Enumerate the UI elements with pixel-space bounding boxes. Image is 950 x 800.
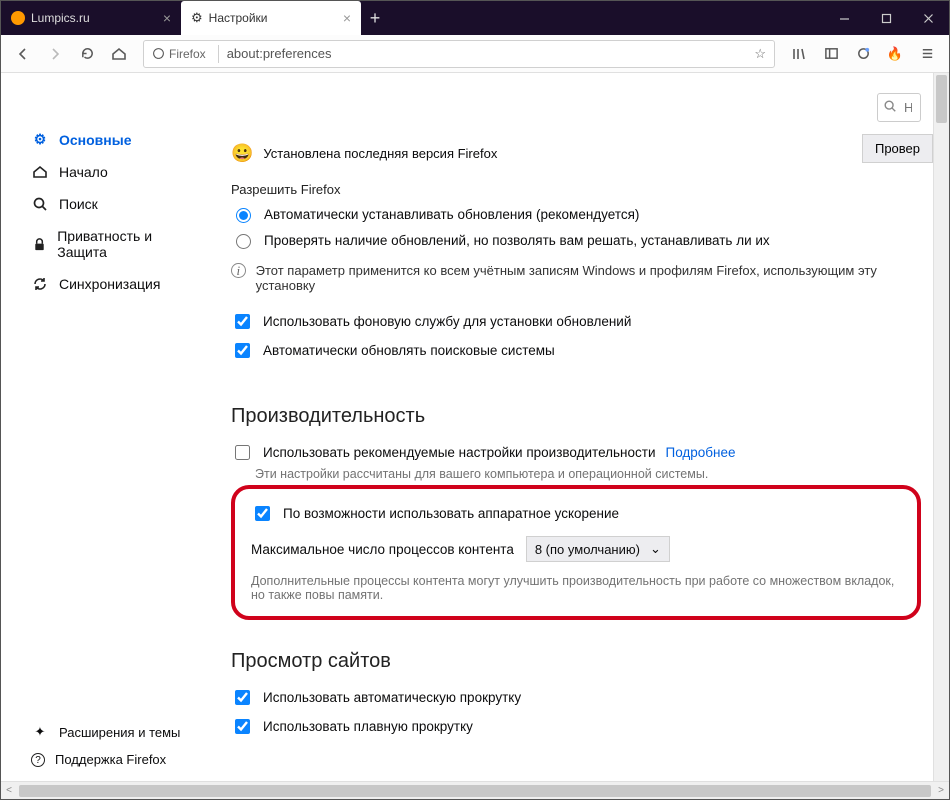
sidebar-item-label: Основные	[59, 132, 132, 148]
gear-icon: ⚙	[31, 131, 49, 148]
update-note-text: Этот параметр применится ко всем учётным…	[256, 263, 921, 293]
sidebar-item-support[interactable]: ? Поддержка Firefox	[21, 746, 201, 773]
radio-input[interactable]	[236, 208, 251, 223]
checkbox-label: По возможности использовать аппаратное у…	[283, 506, 619, 521]
checkbox-input[interactable]	[235, 690, 250, 705]
checkbox-label: Использовать плавную прокрутку	[263, 719, 473, 734]
url-input[interactable]	[225, 45, 755, 62]
checkbox-input[interactable]	[255, 506, 270, 521]
checkbox-label: Использовать фоновую службу для установк…	[263, 314, 631, 329]
scroll-left-arrow[interactable]: <	[1, 785, 17, 796]
sidebar-item-search[interactable]: Поиск	[21, 188, 201, 220]
content-procs-select[interactable]: 8 (по умолчанию) ⌄	[526, 536, 670, 562]
smiley-icon: 😀	[231, 143, 253, 164]
firefox-icon	[152, 47, 165, 60]
sidebar-item-sync[interactable]: Синхронизация	[21, 268, 201, 300]
new-tab-button[interactable]: +	[361, 1, 389, 35]
sidebar-icon[interactable]	[817, 40, 845, 68]
checkbox-update-engines[interactable]: Автоматически обновлять поисковые систем…	[231, 340, 921, 361]
help-icon: ?	[31, 753, 45, 767]
home-button[interactable]	[105, 40, 133, 68]
sidebar-item-general[interactable]: ⚙ Основные	[21, 123, 201, 156]
close-tab-icon[interactable]: ×	[343, 10, 351, 26]
preferences-sidebar: ⚙ Основные Начало Поиск	[1, 73, 201, 799]
sidebar-item-privacy[interactable]: Приватность и Защита	[21, 220, 201, 268]
checkbox-smoothscroll[interactable]: Использовать плавную прокрутку	[231, 716, 921, 737]
select-value: 8 (по умолчанию)	[535, 542, 640, 557]
window-minimize-button[interactable]	[823, 1, 865, 35]
sync-icon	[31, 276, 49, 292]
horizontal-scrollbar[interactable]: < >	[1, 781, 949, 799]
scrollbar-thumb[interactable]	[19, 785, 931, 797]
sidebar-item-extensions[interactable]: ✦ Расширения и темы	[21, 718, 201, 746]
content-procs-description: Дополнительные процессы контента могут у…	[251, 574, 901, 602]
update-status-text: Установлена последняя версия Firefox	[263, 146, 497, 161]
sidebar-item-label: Поддержка Firefox	[55, 752, 166, 767]
sidebar-item-label: Поиск	[59, 196, 98, 212]
scroll-right-arrow[interactable]: >	[933, 785, 949, 796]
info-icon: i	[231, 263, 246, 278]
url-bar[interactable]: Firefox ☆	[143, 40, 775, 68]
content-procs-label: Максимальное число процессов контента	[251, 542, 514, 557]
vertical-scrollbar[interactable]	[933, 73, 949, 781]
sidebar-item-label: Расширения и темы	[59, 725, 180, 740]
lock-icon	[31, 237, 47, 252]
allow-firefox-label: Разрешить Firefox	[231, 182, 921, 197]
scrollbar-thumb[interactable]	[936, 75, 947, 123]
checkbox-input[interactable]	[235, 719, 250, 734]
highlight-callout: По возможности использовать аппаратное у…	[231, 485, 921, 620]
chevron-down-icon: ⌄	[650, 541, 661, 557]
checkbox-label: Использовать рекомендуемые настройки про…	[263, 445, 655, 460]
sidebar-item-label: Приватность и Защита	[57, 228, 191, 260]
search-icon	[883, 99, 897, 116]
checkbox-hw-accel[interactable]: По возможности использовать аппаратное у…	[251, 503, 901, 524]
window-tab-strip: Lumpics.ru × ⚙ Настройки × +	[1, 1, 949, 35]
library-icon[interactable]	[785, 40, 813, 68]
radio-input[interactable]	[236, 234, 251, 249]
checkbox-background-service[interactable]: Использовать фоновую службу для установк…	[231, 311, 921, 332]
extension-icon-2[interactable]: 🔥	[881, 40, 909, 68]
checkbox-recommended-perf[interactable]: Использовать рекомендуемые настройки про…	[231, 442, 921, 463]
radio-label: Автоматически устанавливать обновления (…	[264, 207, 639, 222]
checkbox-label: Использовать автоматическую прокрутку	[263, 690, 521, 705]
checkbox-label: Автоматически обновлять поисковые систем…	[263, 343, 555, 358]
nav-toolbar: Firefox ☆ 🔥	[1, 35, 949, 73]
tab-title: Настройки	[209, 11, 268, 25]
bookmark-star-icon[interactable]: ☆	[754, 46, 766, 62]
window-maximize-button[interactable]	[865, 1, 907, 35]
reload-button[interactable]	[73, 40, 101, 68]
browser-tab-lumpics[interactable]: Lumpics.ru ×	[1, 1, 181, 35]
search-icon	[31, 196, 49, 212]
checkbox-input[interactable]	[235, 314, 250, 329]
close-tab-icon[interactable]: ×	[163, 10, 171, 26]
gear-icon: ⚙	[191, 10, 203, 26]
sidebar-item-label: Начало	[59, 164, 108, 180]
performance-section-title: Производительность	[231, 405, 921, 428]
extension-icon-1[interactable]	[849, 40, 877, 68]
radio-check-update[interactable]: Проверять наличие обновлений, но позволя…	[231, 231, 921, 249]
check-updates-button[interactable]: Провер	[862, 134, 933, 163]
radio-label: Проверять наличие обновлений, но позволя…	[264, 233, 770, 248]
browsing-section-title: Просмотр сайтов	[231, 650, 921, 673]
radio-auto-update[interactable]: Автоматически устанавливать обновления (…	[231, 205, 921, 223]
tab-title: Lumpics.ru	[31, 11, 90, 25]
identity-box: Firefox	[152, 47, 206, 61]
window-close-button[interactable]	[907, 1, 949, 35]
checkbox-input[interactable]	[235, 445, 250, 460]
back-button[interactable]	[9, 40, 37, 68]
sidebar-item-home[interactable]: Начало	[21, 156, 201, 188]
app-menu-button[interactable]	[913, 40, 941, 68]
home-icon	[31, 164, 49, 180]
learn-more-link[interactable]: Подробнее	[665, 445, 735, 460]
browser-tab-settings[interactable]: ⚙ Настройки ×	[181, 1, 361, 35]
perf-description: Эти настройки рассчитаны для вашего комп…	[255, 467, 921, 481]
favicon	[11, 11, 25, 25]
preferences-search	[877, 93, 921, 122]
forward-button[interactable]	[41, 40, 69, 68]
sidebar-item-label: Синхронизация	[59, 276, 160, 292]
checkbox-input[interactable]	[235, 343, 250, 358]
puzzle-icon: ✦	[31, 724, 49, 740]
identity-label: Firefox	[169, 47, 206, 61]
checkbox-autoscroll[interactable]: Использовать автоматическую прокрутку	[231, 687, 921, 708]
